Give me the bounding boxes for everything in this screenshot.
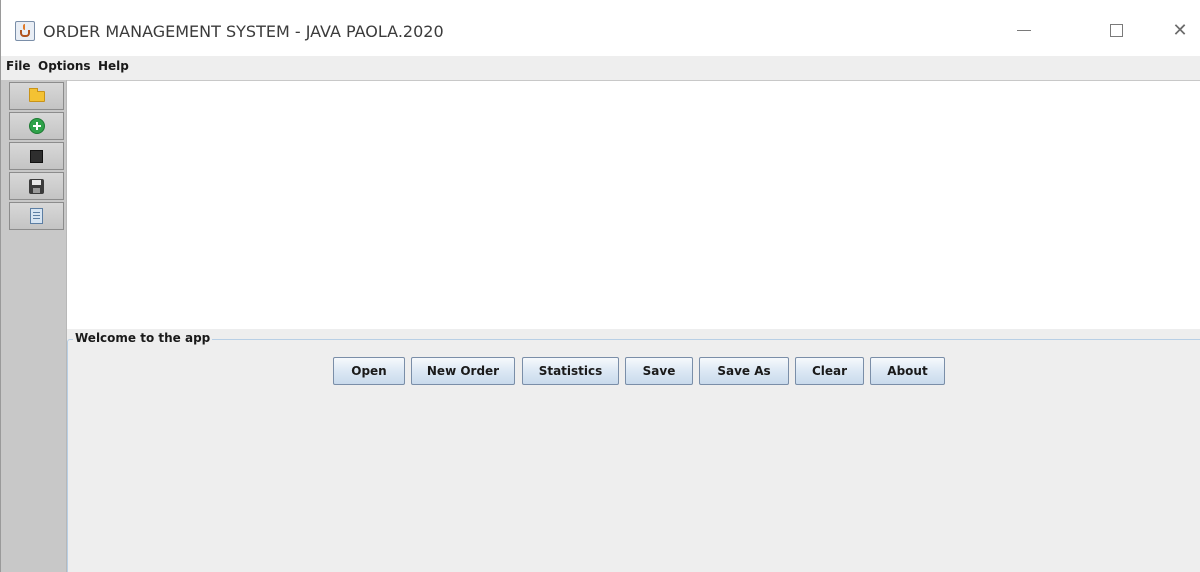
menu-bar: File Options Help — [0, 56, 1200, 80]
add-icon — [28, 118, 45, 134]
main-text-area[interactable] — [67, 80, 1200, 329]
floppy-disk-icon — [29, 178, 44, 194]
toolbar-open-button[interactable] — [9, 82, 64, 110]
save-as-button[interactable]: Save As — [699, 357, 789, 385]
toolbar-statistics-button[interactable] — [9, 142, 64, 170]
panel-title: Welcome to the app — [73, 331, 213, 345]
window-title: ORDER MANAGEMENT SYSTEM - JAVA PAOLA.202… — [43, 22, 444, 41]
minimize-icon[interactable] — [1001, 10, 1047, 50]
new-order-button[interactable]: New Order — [411, 357, 515, 385]
menu-help[interactable]: Help — [98, 59, 129, 73]
about-button[interactable]: About — [870, 357, 945, 385]
chip-icon — [30, 149, 43, 163]
window-title-bar[interactable]: ORDER MANAGEMENT SYSTEM - JAVA PAOLA.202… — [0, 0, 1200, 56]
open-button[interactable]: Open — [333, 357, 405, 385]
welcome-panel: Welcome to the app Open New Order Statis… — [67, 329, 1200, 572]
close-icon[interactable]: ✕ — [1157, 10, 1200, 50]
folder-icon — [28, 87, 45, 102]
left-toolbar — [0, 80, 67, 572]
clear-button[interactable]: Clear — [795, 357, 864, 385]
menu-file[interactable]: File — [6, 59, 31, 73]
menu-options[interactable]: Options — [38, 59, 91, 73]
document-icon — [30, 208, 43, 224]
maximize-icon[interactable] — [1093, 10, 1139, 50]
save-button[interactable]: Save — [625, 357, 693, 385]
java-app-icon — [15, 21, 35, 41]
toolbar-new-order-button[interactable] — [9, 112, 64, 140]
statistics-button[interactable]: Statistics — [522, 357, 619, 385]
toolbar-save-as-button[interactable] — [9, 202, 64, 230]
toolbar-save-button[interactable] — [9, 172, 64, 200]
